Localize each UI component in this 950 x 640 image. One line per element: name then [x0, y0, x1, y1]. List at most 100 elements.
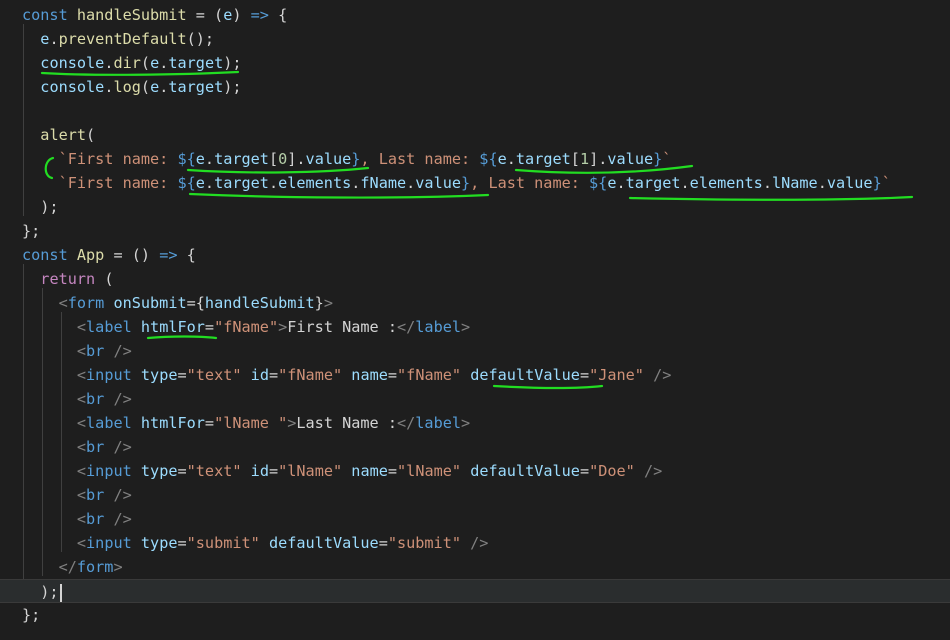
code-line[interactable]: <input type="submit" defaultValue="submi…	[0, 531, 950, 555]
code-line[interactable]: <input type="text" id="fName" name="fNam…	[0, 363, 950, 387]
code-line[interactable]: alert(	[0, 123, 950, 147]
code-token: <	[76, 390, 87, 408]
code-token: <	[76, 510, 87, 528]
code-token: name	[351, 366, 388, 384]
code-token: <	[76, 414, 87, 432]
code-token: "Doe"	[589, 462, 635, 480]
code-token: );	[22, 583, 59, 601]
code-token: br	[86, 486, 105, 504]
code-token: =>	[159, 246, 178, 264]
code-line[interactable]: console.dir(e.target);	[0, 51, 950, 75]
code-token: `First name:	[58, 150, 178, 168]
code-token: {	[268, 6, 288, 24]
code-line[interactable]: };	[0, 219, 950, 243]
code-token: =	[177, 534, 187, 552]
code-line[interactable]: e.preventDefault();	[0, 27, 950, 51]
code-token: 0	[278, 150, 288, 168]
code-token: target	[214, 150, 269, 168]
code-editor[interactable]: const handleSubmit = (e) => { e.preventD…	[0, 0, 950, 640]
code-token: .	[506, 150, 516, 168]
code-token: defaultValue	[470, 366, 580, 384]
code-token: const	[22, 246, 77, 264]
code-token: </	[396, 414, 416, 432]
code-line[interactable]: <br />	[0, 435, 950, 459]
code-token: target	[214, 174, 269, 192]
code-token: .	[680, 174, 690, 192]
code-token: target	[515, 150, 571, 168]
code-token: .	[204, 150, 215, 168]
code-token: onSubmit	[113, 294, 187, 312]
code-token: handleSubmit	[76, 6, 187, 24]
code-token: <	[76, 318, 87, 336]
code-line[interactable]: </form>	[0, 555, 950, 579]
code-token: =	[579, 366, 590, 384]
code-line[interactable]: <br />	[0, 339, 950, 363]
code-line[interactable]: <input type="text" id="lName" name="lNam…	[0, 459, 950, 483]
code-token: >	[278, 318, 288, 336]
code-token: label	[86, 414, 132, 432]
code-token: defaultValue	[470, 462, 580, 480]
code-line[interactable]: );	[0, 579, 950, 603]
code-token: ].	[589, 150, 608, 168]
code-token: };	[22, 606, 41, 624]
code-token: <	[76, 342, 87, 360]
code-line[interactable]: <br />	[0, 507, 950, 531]
code-token: />	[113, 342, 132, 360]
code-token: type	[140, 534, 178, 552]
code-token: value	[607, 150, 654, 168]
code-token: elements	[278, 174, 352, 192]
code-token: (	[140, 78, 151, 96]
code-line[interactable]: `First name: ${e.target[0].value}, Last …	[0, 147, 950, 171]
code-line[interactable]: <br />	[0, 483, 950, 507]
code-token: }	[653, 150, 663, 168]
code-token: .	[406, 174, 416, 192]
code-line[interactable]: };	[0, 603, 950, 627]
code-token: [	[570, 150, 580, 168]
code-line[interactable]: console.log(e.target);	[0, 75, 950, 99]
code-token: name	[351, 462, 388, 480]
code-line[interactable]: `First name: ${e.target.elements.fName.v…	[0, 171, 950, 195]
code-token: .	[268, 174, 279, 192]
code-token: target	[625, 174, 681, 192]
code-token: <	[76, 486, 87, 504]
code-token: (	[86, 126, 96, 144]
text-cursor	[59, 583, 62, 602]
code-line[interactable]: <label htmlFor="lName ">Last Name :</lab…	[0, 411, 950, 435]
code-line[interactable]: <br />	[0, 387, 950, 411]
code-token: ${	[177, 174, 196, 192]
code-line[interactable]	[0, 99, 950, 123]
code-line[interactable]: return (	[0, 267, 950, 291]
code-line[interactable]: );	[0, 195, 950, 219]
code-token: {	[177, 246, 196, 264]
code-line[interactable]: <form onSubmit={handleSubmit}>	[0, 291, 950, 315]
code-token: `	[662, 150, 672, 168]
code-token: log	[113, 78, 141, 96]
code-token: (	[140, 54, 151, 72]
code-token: />	[113, 510, 132, 528]
code-token: 1	[579, 150, 590, 168]
code-token: alert	[40, 126, 87, 144]
code-line[interactable]: const handleSubmit = (e) => {	[0, 3, 950, 27]
code-token: e	[195, 174, 205, 192]
code-token: value	[826, 174, 873, 192]
code-line[interactable]: const App = () => {	[0, 243, 950, 267]
code-token: </	[58, 558, 77, 576]
code-token: (	[95, 270, 114, 288]
code-token: elements	[689, 174, 763, 192]
code-token: .	[616, 174, 626, 192]
code-token: const	[22, 6, 77, 24]
code-line[interactable]: <label htmlFor="fName">First Name :</lab…	[0, 315, 950, 339]
code-token: <	[76, 366, 87, 384]
